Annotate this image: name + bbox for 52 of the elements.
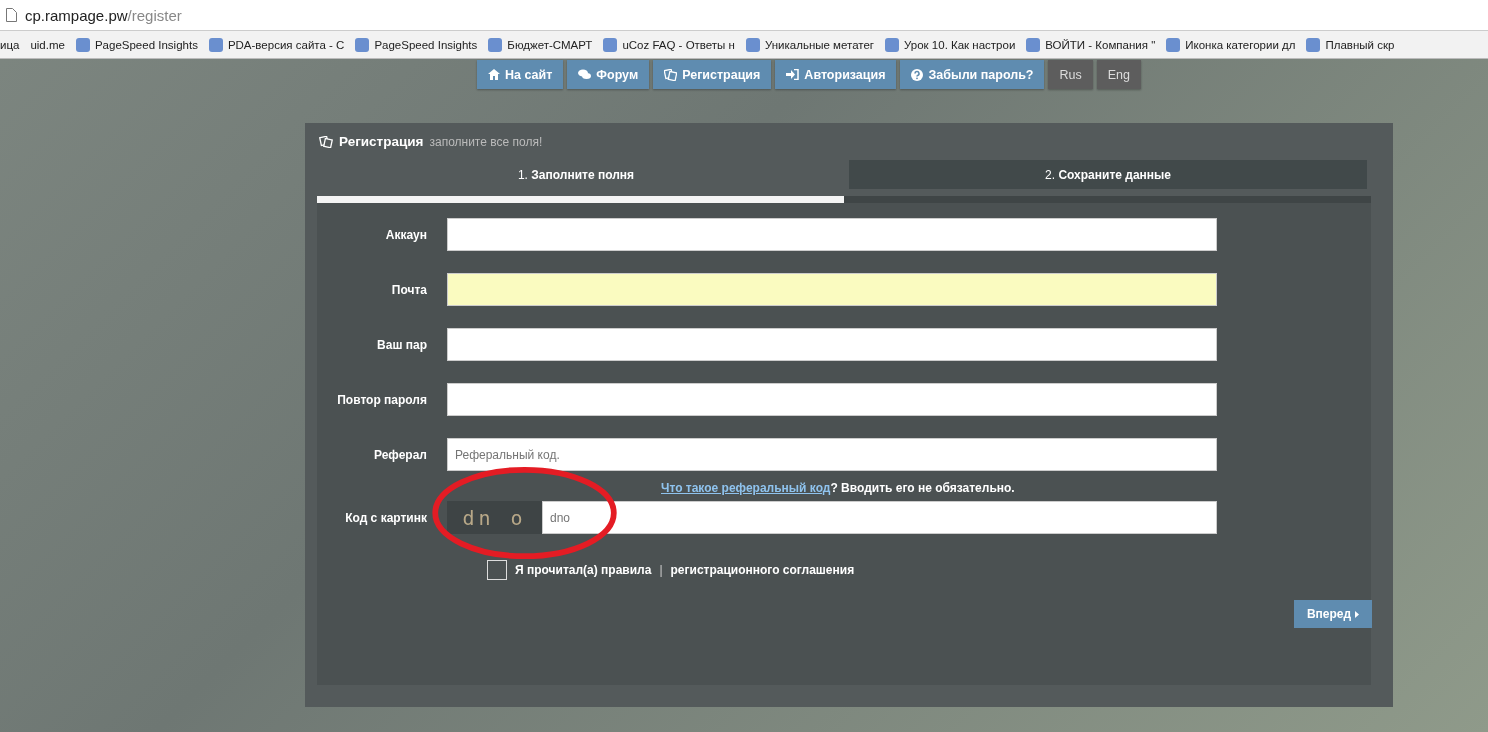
field-label: Повтор пароля: [336, 392, 427, 407]
field-label: Аккаун: [384, 227, 427, 242]
bookmark[interactable]: uid.me: [30, 38, 65, 51]
help-icon: [911, 68, 924, 81]
bookmark[interactable]: PageSpeed Insights: [374, 38, 478, 51]
bookmark[interactable]: Бюджет-СМАРТ: [507, 38, 593, 51]
bookmark[interactable]: Уникальные метатег: [764, 38, 875, 51]
input-field[interactable]: [447, 273, 1217, 306]
separator: |: [659, 563, 663, 577]
speech-bubbles-icon: [578, 69, 592, 80]
input-field[interactable]: [447, 383, 1217, 416]
captcha-field[interactable]: dno: [542, 501, 1217, 534]
bookmark[interactable]: PageSpeed Insights: [94, 38, 198, 51]
nav-button[interactable]: На сайт: [477, 60, 564, 89]
page-icon: [6, 8, 17, 22]
input-field[interactable]: [447, 218, 1217, 251]
panel-title: Регистрация: [339, 134, 424, 149]
nav-button[interactable]: Eng: [1096, 60, 1141, 89]
cards-icon: [319, 135, 333, 148]
home-icon: [488, 69, 500, 80]
field-label: Код с картинк: [344, 510, 427, 525]
checkbox[interactable]: [487, 560, 507, 580]
address-field[interactable]: cp.rampage.pw/register: [25, 6, 182, 24]
agreement-text: Я прочитал(а) правила: [515, 563, 652, 577]
agreement-link[interactable]: регистрационного соглашения: [670, 563, 855, 577]
hint-link[interactable]: Что такое реферальный код: [661, 481, 831, 495]
bookmark[interactable]: Иконка категории дл: [1185, 38, 1296, 51]
next-button[interactable]: Вперед: [1294, 600, 1372, 628]
field-label: Почта: [390, 282, 427, 297]
sign-in-icon: [786, 69, 800, 80]
panel-subtitle: заполните все поля!: [429, 134, 543, 149]
bookmark[interactable]: Плавный скр: [1325, 38, 1395, 51]
captcha-image: dn o: [447, 501, 542, 534]
hint-text: Что такое реферальный код? Вводить его не обязательно.: [661, 481, 1016, 497]
bookmark[interactable]: ица: [0, 38, 20, 51]
nav-button[interactable]: Rus: [1048, 60, 1093, 89]
caret-icon: [1355, 610, 1360, 618]
nav-button[interactable]: Регистрация: [653, 60, 772, 89]
input-field[interactable]: [447, 328, 1217, 361]
nav-button[interactable]: Забыли пароль?: [900, 60, 1045, 89]
bookmark[interactable]: PDA-версия сайта - С: [227, 38, 345, 51]
step-tab[interactable]: 1. Заполните полня: [317, 160, 835, 189]
field-label: Реферал: [372, 447, 427, 462]
input-field[interactable]: Реферальный код.: [447, 438, 1217, 471]
cards-icon: [664, 68, 678, 81]
bookmark[interactable]: ВОЙТИ - Компания ": [1045, 38, 1156, 51]
nav-button[interactable]: Форум: [567, 60, 650, 89]
field-label: Ваш пар: [376, 337, 427, 352]
bookmark[interactable]: Урок 10. Как настрои: [904, 38, 1016, 51]
nav-button[interactable]: Авторизация: [775, 60, 897, 89]
step-tab[interactable]: 2. Сохраните данные: [849, 160, 1367, 189]
bookmark[interactable]: uCoz FAQ - Ответы н: [622, 38, 735, 51]
